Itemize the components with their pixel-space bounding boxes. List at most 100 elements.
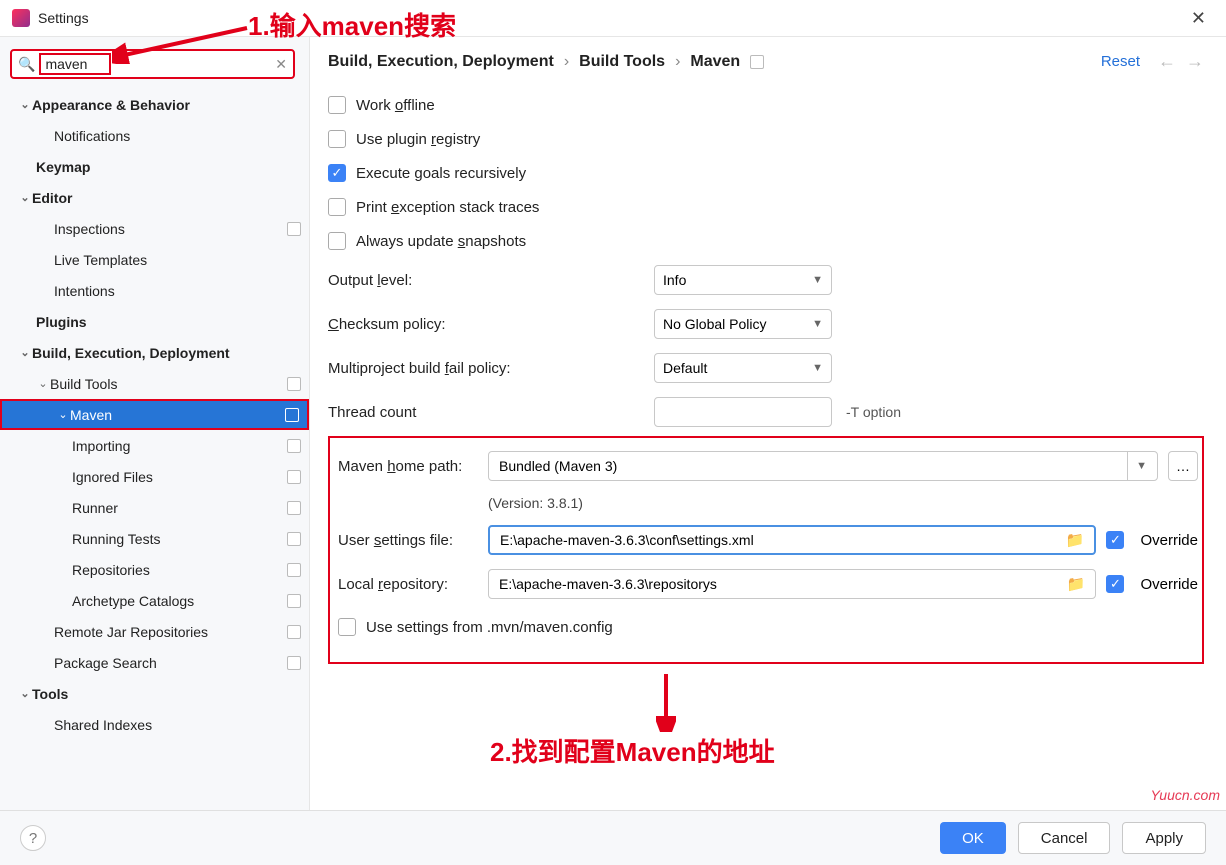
- main-panel: Build, Execution, Deployment › Build Too…: [310, 36, 1226, 810]
- user-settings-label: User settings file:: [338, 532, 478, 549]
- override-label: Override: [1140, 532, 1198, 549]
- app-icon: [12, 9, 30, 27]
- thread-count-hint: -T option: [846, 404, 901, 420]
- always-update-checkbox[interactable]: [328, 232, 346, 250]
- sidebar-item-editor[interactable]: ⌄Editor: [0, 182, 309, 213]
- output-level-label: Output level:: [328, 272, 654, 289]
- chevron-down-icon: ▼: [1127, 452, 1147, 480]
- work-offline-checkbox[interactable]: [328, 96, 346, 114]
- maven-config-area: Maven home path: Bundled (Maven 3)▼ … (V…: [328, 436, 1204, 664]
- arrow-annotation-1: [112, 24, 252, 64]
- sidebar-item-tools[interactable]: ⌄Tools: [0, 678, 309, 709]
- thread-count-input[interactable]: [654, 397, 832, 427]
- breadcrumb: Build, Execution, Deployment › Build Too…: [328, 51, 1204, 72]
- apply-button[interactable]: Apply: [1122, 822, 1206, 854]
- thread-count-label: Thread count: [328, 404, 654, 421]
- ok-button[interactable]: OK: [940, 822, 1006, 854]
- forward-icon[interactable]: →: [1186, 51, 1204, 72]
- browse-home-button[interactable]: …: [1168, 451, 1198, 481]
- help-button[interactable]: ?: [20, 825, 46, 851]
- sidebar-item-intentions[interactable]: Intentions: [0, 275, 309, 306]
- sidebar-item-package-search[interactable]: Package Search: [0, 647, 309, 678]
- sidebar-item-plugins[interactable]: Plugins: [0, 306, 309, 337]
- crumb-b[interactable]: Build Tools: [579, 53, 665, 71]
- print-exception-checkbox[interactable]: [328, 198, 346, 216]
- arrow-annotation-2: [656, 672, 676, 732]
- sidebar-item-keymap[interactable]: Keymap: [0, 151, 309, 182]
- watermark: Yuucn.com: [1150, 787, 1220, 803]
- override-label: Override: [1140, 576, 1198, 593]
- sidebar-item-runner[interactable]: Runner: [0, 492, 309, 523]
- chevron-down-icon: ▼: [812, 274, 823, 286]
- always-update-label: Always update snapshots: [356, 233, 526, 250]
- folder-icon[interactable]: 📁: [1066, 531, 1085, 549]
- project-marker-icon: [287, 470, 301, 484]
- reset-link[interactable]: Reset: [1101, 53, 1140, 70]
- project-marker-icon: [287, 439, 301, 453]
- sidebar-item-importing[interactable]: Importing: [0, 430, 309, 461]
- project-marker-icon: [287, 563, 301, 577]
- sidebar-item-build-exec[interactable]: ⌄Build, Execution, Deployment: [0, 337, 309, 368]
- local-repo-input[interactable]: E:\apache-maven-3.6.3\repositorys📁: [488, 569, 1096, 599]
- fail-policy-dropdown[interactable]: Default▼: [654, 353, 832, 383]
- sidebar-item-shared-indexes[interactable]: Shared Indexes: [0, 709, 309, 740]
- sidebar-item-appearance[interactable]: ⌄Appearance & Behavior: [0, 89, 309, 120]
- folder-icon[interactable]: 📁: [1067, 575, 1086, 593]
- settings-tree: ⌄Appearance & Behavior Notifications Key…: [0, 83, 309, 740]
- home-path-label: Maven home path:: [338, 458, 478, 475]
- sidebar-item-live-templates[interactable]: Live Templates: [0, 244, 309, 275]
- home-path-combo[interactable]: Bundled (Maven 3)▼: [488, 451, 1158, 481]
- project-marker-icon: [287, 377, 301, 391]
- annotation-1: 1.输入maven搜索: [248, 6, 456, 43]
- sidebar-item-inspections[interactable]: Inspections: [0, 213, 309, 244]
- chevron-down-icon: ▼: [812, 318, 823, 330]
- dialog-footer: ? OK Cancel Apply: [0, 810, 1226, 865]
- fail-policy-label: Multiproject build fail policy:: [328, 360, 654, 377]
- project-marker-icon: [285, 408, 299, 422]
- user-settings-input[interactable]: E:\apache-maven-3.6.3\conf\settings.xml📁: [488, 525, 1096, 555]
- sidebar-item-maven[interactable]: ⌄Maven: [0, 399, 309, 430]
- close-icon[interactable]: ✕: [1183, 4, 1214, 33]
- maven-version-label: (Version: 3.8.1): [488, 488, 1198, 518]
- plugin-registry-label: Use plugin registry: [356, 131, 480, 148]
- sidebar-item-remote-jar[interactable]: Remote Jar Repositories: [0, 616, 309, 647]
- crumb-a[interactable]: Build, Execution, Deployment: [328, 53, 554, 71]
- clear-search-icon[interactable]: ✕: [275, 56, 287, 73]
- sidebar-item-notifications[interactable]: Notifications: [0, 120, 309, 151]
- project-marker-icon: [287, 625, 301, 639]
- sidebar: 🔍 ✕ ⌄Appearance & Behavior Notifications…: [0, 36, 310, 810]
- project-marker-icon: [287, 532, 301, 546]
- annotation-2: 2.找到配置Maven的地址: [490, 732, 775, 769]
- chevron-right-icon: ›: [675, 53, 680, 71]
- checksum-dropdown[interactable]: No Global Policy▼: [654, 309, 832, 339]
- work-offline-label: Work offline: [356, 97, 435, 114]
- project-marker-icon: [750, 55, 764, 69]
- back-icon[interactable]: ←: [1158, 51, 1176, 72]
- plugin-registry-checkbox[interactable]: [328, 130, 346, 148]
- sidebar-item-build-tools[interactable]: ⌄Build Tools: [0, 368, 309, 399]
- crumb-c[interactable]: Maven: [690, 53, 740, 71]
- sidebar-item-running-tests[interactable]: Running Tests: [0, 523, 309, 554]
- sidebar-item-archetype-catalogs[interactable]: Archetype Catalogs: [0, 585, 309, 616]
- use-mvn-config-checkbox[interactable]: [338, 618, 356, 636]
- override-user-settings-checkbox[interactable]: ✓: [1106, 531, 1124, 549]
- execute-goals-checkbox[interactable]: ✓: [328, 164, 346, 182]
- local-repo-label: Local repository:: [338, 576, 478, 593]
- use-mvn-config-label: Use settings from .mvn/maven.config: [366, 619, 613, 636]
- sidebar-item-repositories[interactable]: Repositories: [0, 554, 309, 585]
- project-marker-icon: [287, 222, 301, 236]
- window-title: Settings: [38, 10, 89, 26]
- chevron-right-icon: ›: [564, 53, 569, 71]
- chevron-down-icon: ▼: [812, 362, 823, 374]
- sidebar-item-ignored-files[interactable]: Ignored Files: [0, 461, 309, 492]
- project-marker-icon: [287, 501, 301, 515]
- search-icon: 🔍: [18, 56, 35, 73]
- project-marker-icon: [287, 594, 301, 608]
- search-input[interactable]: [45, 56, 105, 72]
- override-local-repo-checkbox[interactable]: ✓: [1106, 575, 1124, 593]
- print-exception-label: Print exception stack traces: [356, 199, 539, 216]
- output-level-dropdown[interactable]: Info▼: [654, 265, 832, 295]
- project-marker-icon: [287, 656, 301, 670]
- execute-goals-label: Execute goals recursively: [356, 165, 526, 182]
- cancel-button[interactable]: Cancel: [1018, 822, 1111, 854]
